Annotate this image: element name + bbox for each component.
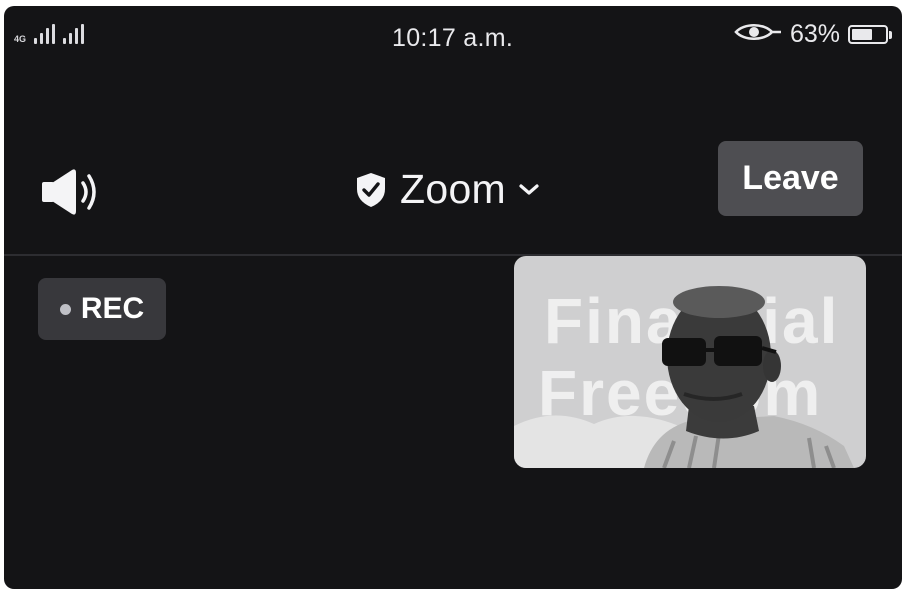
participant-video-tile[interactable]: Financial Freedom: [514, 256, 866, 468]
status-right-group: 63%: [734, 20, 892, 49]
battery-percent: 63%: [789, 20, 840, 48]
signal-indicator: 4G: [14, 22, 84, 44]
network-type: 4G: [14, 34, 27, 44]
shield-check-icon: [357, 172, 385, 207]
leave-button[interactable]: Leave: [718, 141, 863, 216]
signal-bars-icon: [63, 22, 84, 44]
participant-video: [514, 286, 854, 468]
status-bar: 4G 10:17 a.m. 63%: [4, 6, 902, 66]
speaker-icon: [42, 169, 96, 215]
battery-tip: [889, 30, 892, 39]
status-time: 10:17 a.m.: [392, 24, 514, 52]
recording-indicator[interactable]: REC: [38, 278, 166, 340]
battery-level-fill: [852, 29, 872, 40]
meeting-title-dropdown[interactable]: Zoom: [354, 166, 540, 213]
meeting-header: Zoom Leave: [4, 136, 902, 246]
recording-dot-icon: [59, 303, 71, 315]
zoom-meeting-screen: 4G 10:17 a.m. 63% Zoom Leave REC: [4, 6, 902, 589]
eye-icon: [734, 21, 782, 48]
battery-icon: [848, 25, 888, 44]
speaker-button[interactable]: [38, 166, 102, 218]
meeting-title: Zoom: [400, 166, 507, 212]
chevron-down-icon: [519, 183, 539, 195]
signal-bars-icon: [34, 22, 55, 44]
recording-label: REC: [80, 292, 145, 325]
